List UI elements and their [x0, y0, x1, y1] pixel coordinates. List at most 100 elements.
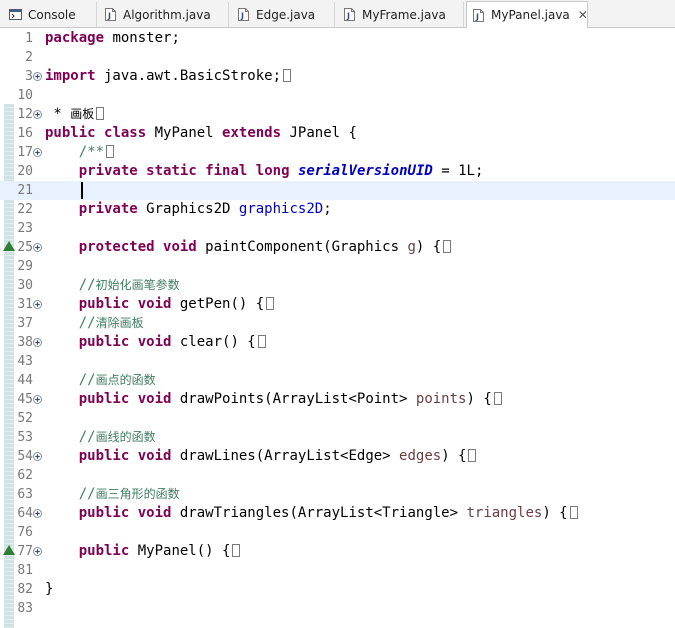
code-line[interactable]: 38 public void clear() { — [0, 333, 675, 352]
folded-code-box[interactable] — [232, 544, 241, 557]
code-text: public void drawTriangles(ArrayList<Tria… — [45, 504, 578, 523]
tab-myframe-java[interactable]: J MyFrame.java — [337, 2, 464, 27]
line-number: 82 — [17, 582, 33, 597]
code-line[interactable]: 53 //画线的函数 — [0, 428, 675, 447]
code-line[interactable]: 83 — [0, 599, 675, 618]
code-text: private static final long serialVersionU… — [45, 162, 484, 181]
code-token: protected — [78, 239, 155, 255]
expand-fold-icon[interactable] — [33, 72, 42, 81]
folded-code-box[interactable] — [106, 145, 115, 158]
code-line[interactable]: 81 — [0, 561, 675, 580]
code-token: // — [78, 315, 96, 331]
folded-code-box[interactable] — [569, 506, 578, 519]
code-token: 初始化画笔参数 — [95, 278, 180, 292]
java-file-icon: J — [472, 8, 485, 22]
code-token: 画线的函数 — [95, 430, 156, 444]
expand-fold-icon[interactable] — [33, 395, 42, 404]
tab-mypanel-java[interactable]: J MyPanel.java ✕ — [466, 1, 588, 28]
code-line[interactable]: 76 — [0, 523, 675, 542]
code-line[interactable]: 1 package monster; — [0, 29, 675, 48]
code-editor[interactable]: 1 package monster; 2 3 import java.awt.Basic… — [0, 28, 675, 628]
code-line[interactable]: 54 public void drawLines(ArrayList<Edge>… — [0, 447, 675, 466]
code-token: 画板 — [70, 107, 95, 121]
code-line[interactable]: 29 — [0, 257, 675, 276]
code-line[interactable]: 37 //清除画板 — [0, 314, 675, 333]
line-number: 81 — [17, 563, 33, 578]
code-line[interactable]: 63 //画三角形的函数 — [0, 485, 675, 504]
code-token: private — [78, 163, 138, 179]
code-line[interactable]: 2 — [0, 48, 675, 67]
code-line[interactable]: 12 * 画板 — [0, 105, 675, 124]
expand-fold-icon[interactable] — [33, 547, 42, 556]
folded-code-box[interactable] — [96, 107, 105, 120]
override-indicator-icon[interactable] — [3, 241, 15, 251]
svg-text:J: J — [346, 12, 350, 21]
code-token: extends — [222, 125, 282, 141]
code-line[interactable]: 3 import java.awt.BasicStroke; — [0, 67, 675, 86]
code-line[interactable]: 62 — [0, 466, 675, 485]
expand-fold-icon[interactable] — [33, 338, 42, 347]
code-line[interactable]: 10 — [0, 86, 675, 105]
code-line[interactable]: 43 — [0, 352, 675, 371]
code-line[interactable]: 82} — [0, 580, 675, 599]
code-token: graphics2D — [238, 201, 324, 217]
code-line[interactable]: 52 — [0, 409, 675, 428]
folded-code-box[interactable] — [266, 297, 275, 310]
code-line[interactable]: 17 /** — [0, 143, 675, 162]
code-line[interactable]: 77 public MyPanel() { — [0, 542, 675, 561]
code-line[interactable]: 64 public void drawTriangles(ArrayList<T… — [0, 504, 675, 523]
code-line[interactable]: 44 //画点的函数 — [0, 371, 675, 390]
code-token: * — [45, 106, 71, 122]
code-token: 画点的函数 — [95, 373, 156, 387]
tab-console[interactable]: Console — [4, 2, 97, 27]
tab-label: MyFrame.java — [362, 7, 446, 22]
folded-code-box[interactable] — [443, 240, 452, 253]
line-number: 2 — [25, 50, 33, 65]
code-line[interactable]: 23 — [0, 219, 675, 238]
line-number: 21 — [17, 183, 33, 198]
code-token: public — [78, 448, 130, 464]
code-token: ; — [323, 201, 332, 217]
console-icon — [9, 8, 22, 21]
code-line[interactable]: 21 — [0, 181, 675, 200]
code-token: // — [78, 429, 96, 445]
code-line[interactable]: 45 public void drawPoints(ArrayList<Poin… — [0, 390, 675, 409]
expand-fold-icon[interactable] — [33, 243, 42, 252]
code-token: import — [45, 68, 96, 84]
expand-fold-icon[interactable] — [33, 452, 42, 461]
folded-code-box[interactable] — [283, 69, 292, 82]
folded-code-box[interactable] — [493, 392, 502, 405]
override-indicator-icon[interactable] — [3, 545, 15, 555]
text-caret — [81, 182, 83, 199]
java-file-icon: J — [104, 8, 117, 21]
code-token: JPanel { — [281, 125, 357, 141]
code-line[interactable]: 20 private static final long serialVersi… — [0, 162, 675, 181]
close-tab-icon[interactable]: ✕ — [578, 8, 588, 22]
tab-edge-java[interactable]: J Edge.java — [231, 2, 335, 27]
code-line[interactable]: 16 public class MyPanel extends JPanel { — [0, 124, 675, 143]
tab-algorithm-java[interactable]: J Algorithm.java — [99, 2, 229, 27]
code-line[interactable]: 22 private Graphics2D graphics2D; — [0, 200, 675, 219]
line-number: 16 — [17, 126, 33, 141]
expand-fold-icon[interactable] — [33, 509, 42, 518]
folded-code-box[interactable] — [468, 449, 477, 462]
line-number: 77 — [17, 544, 33, 559]
expand-fold-icon[interactable] — [33, 110, 42, 119]
code-token: } — [45, 581, 54, 597]
folded-code-box[interactable] — [257, 335, 266, 348]
java-file-icon: J — [237, 8, 250, 21]
code-token: public — [45, 125, 96, 141]
code-token: static — [146, 163, 197, 179]
code-line[interactable]: 25 protected void paintComponent(Graphic… — [0, 238, 675, 257]
expand-fold-icon[interactable] — [33, 148, 42, 157]
expand-fold-icon[interactable] — [33, 300, 42, 309]
code-line[interactable]: 31 public void getPen() { — [0, 295, 675, 314]
code-line[interactable]: 30 //初始化画笔参数 — [0, 276, 675, 295]
